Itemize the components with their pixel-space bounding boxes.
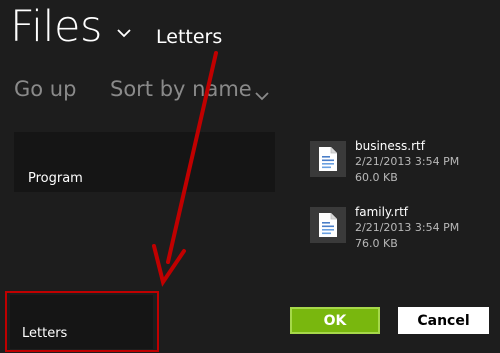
- chevron-down-icon: [255, 92, 269, 101]
- sort-by-dropdown[interactable]: Sort by name: [110, 77, 252, 101]
- file-date: 2/21/2013 3:54 PM: [355, 155, 460, 168]
- rtf-document-icon: [310, 141, 346, 177]
- file-item-family[interactable]: family.rtf 2/21/2013 3:54 PM 76.0 KB: [310, 205, 490, 265]
- go-up-button[interactable]: Go up: [14, 77, 76, 101]
- cancel-button[interactable]: Cancel: [398, 307, 489, 334]
- file-date: 2/21/2013 3:54 PM: [355, 221, 460, 234]
- file-size: 60.0 KB: [355, 171, 398, 184]
- file-size: 76.0 KB: [355, 237, 398, 250]
- file-name: business.rtf: [355, 139, 425, 153]
- file-name: family.rtf: [355, 205, 409, 219]
- folder-label: Program: [28, 171, 83, 186]
- rtf-document-icon: [310, 207, 346, 243]
- current-folder-label: Letters: [156, 26, 223, 48]
- ok-button[interactable]: OK: [290, 307, 380, 334]
- folder-tile-program[interactable]: Program: [14, 132, 275, 192]
- sort-dropdown-toggle[interactable]: [254, 87, 270, 101]
- page-title: Files: [10, 2, 102, 52]
- folder-label: Letters: [22, 326, 68, 341]
- location-dropdown[interactable]: [116, 24, 132, 38]
- file-item-business[interactable]: business.rtf 2/21/2013 3:54 PM 60.0 KB: [310, 139, 490, 199]
- chevron-down-icon: [117, 29, 131, 38]
- folder-tile-letters[interactable]: Letters: [10, 295, 153, 349]
